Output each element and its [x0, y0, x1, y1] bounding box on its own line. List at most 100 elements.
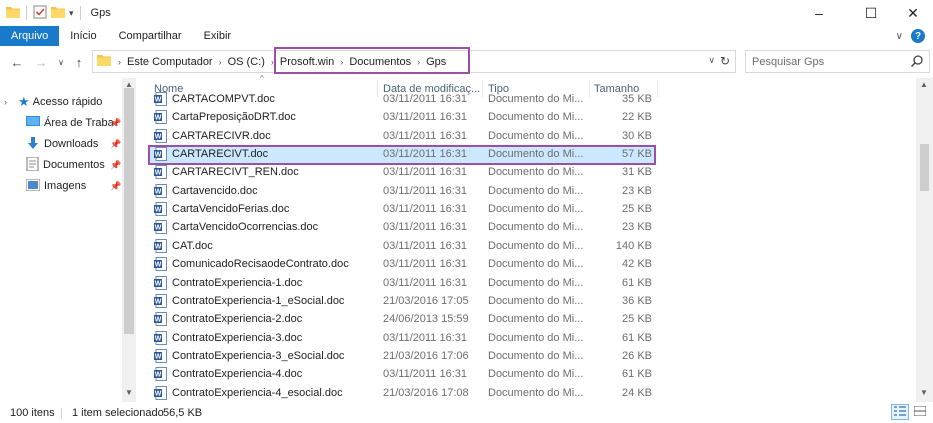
file-type: Documento do Mi... — [488, 111, 584, 124]
minimize-button[interactable]: – — [796, 0, 842, 26]
word-document-icon: W — [154, 128, 167, 146]
file-row[interactable]: W ComunicadoRecisaodeContrato.doc 03/11/20… — [148, 255, 656, 273]
tab-exibir[interactable]: Exibir — [193, 26, 243, 46]
svg-text:W: W — [155, 335, 162, 342]
chevron-right-icon[interactable]: › — [216, 57, 225, 67]
file-row[interactable]: W CAT.doc 03/11/2011 16:31 Documento do Mi.… — [148, 237, 656, 255]
file-type: Documento do Mi... — [488, 294, 584, 307]
file-date: 03/11/2011 16:31 — [383, 221, 468, 234]
file-row[interactable]: W CARTARECIVT_REN.doc 03/11/2011 16:31 Docu… — [148, 163, 656, 181]
nav-item-label: Acesso rápido — [32, 96, 103, 108]
svg-text:W: W — [155, 188, 162, 195]
nav-item-downloads[interactable]: Downloads — [26, 134, 98, 154]
scroll-up-icon[interactable]: ▲ — [920, 80, 928, 89]
file-date: 03/11/2011 16:31 — [383, 203, 468, 216]
window-title: Gps — [90, 7, 111, 19]
file-type: Documento do Mi... — [488, 368, 584, 381]
file-row[interactable]: W ContratoExperiencia-2.doc 24/06/2013 15:… — [148, 310, 656, 328]
pin-icon[interactable]: 📌 — [110, 160, 121, 171]
collapse-arrow-icon[interactable]: › — [4, 97, 18, 107]
file-size: 30 KB — [622, 129, 652, 142]
file-row[interactable]: W ContratoExperiencia-3_eSocial.doc 21/03/… — [148, 347, 656, 365]
selection-info: 1 item selecionado — [72, 406, 164, 419]
address-bar[interactable]: › Este Computador › OS (C:) › Prosoft.wi… — [92, 47, 736, 74]
breadcrumb-os-c[interactable]: OS (C:) — [225, 56, 268, 68]
up-arrow-icon: ↑ — [75, 54, 83, 70]
pin-icon[interactable]: 📌 — [110, 139, 121, 150]
scrollbar-thumb[interactable] — [920, 144, 929, 191]
nav-item-documentos[interactable]: Documentos — [26, 155, 105, 175]
ribbon-controls: ∨ ? — [896, 29, 925, 43]
file-name: ContratoExperiencia-4_esocial.doc — [172, 386, 343, 399]
close-button[interactable]: ✕ — [890, 0, 933, 26]
file-row[interactable]: W CartaVencidoFerias.doc 03/11/2011 16:31 D… — [148, 200, 656, 218]
file-type: Documento do Mi... — [488, 93, 584, 105]
file-date: 21/03/2016 17:05 — [383, 294, 469, 307]
file-size: 25 KB — [622, 203, 652, 216]
forward-arrow-icon: → — [34, 54, 48, 70]
file-row[interactable]: W Cartavencido.doc 03/11/2011 16:31 Documen… — [148, 182, 656, 200]
tab-compartilhar[interactable]: Compartilhar — [108, 26, 193, 46]
svg-text:W: W — [155, 97, 162, 104]
file-type: Documento do Mi... — [488, 184, 584, 197]
details-view-button[interactable] — [891, 404, 909, 420]
tab-inicio[interactable]: Início — [59, 26, 107, 46]
svg-text:W: W — [155, 243, 162, 250]
refresh-icon[interactable]: ↻ — [717, 53, 733, 69]
file-row[interactable]: W CARTACOMPVT.doc 03/11/2011 16:31 Document… — [148, 92, 656, 108]
search-box[interactable]: Pesquisar Gps — [745, 50, 930, 73]
title-bar: ▾ Gps – ☐ ✕ — [0, 0, 933, 26]
search-input[interactable]: Pesquisar Gps — [752, 56, 824, 68]
file-size: 23 KB — [622, 184, 652, 197]
scroll-down-icon[interactable]: ▼ — [920, 388, 928, 397]
folder-icon — [97, 54, 111, 69]
nav-item-imagens[interactable]: Imagens — [25, 176, 86, 196]
properties-checkmark-icon[interactable] — [33, 5, 47, 22]
forward-button[interactable]: → — [32, 52, 50, 72]
file-row[interactable]: W ContratoExperiencia-1.doc 03/11/2011 16:… — [148, 274, 656, 292]
file-name: ContratoExperiencia-1_eSocial.doc — [172, 294, 345, 307]
scrollbar-thumb[interactable] — [124, 88, 134, 334]
svg-text:W: W — [155, 207, 162, 214]
word-document-icon: W — [154, 257, 167, 274]
nav-item-acesso-rapido[interactable]: › ★ Acesso rápido — [4, 92, 102, 112]
pin-icon[interactable]: 📌 — [110, 181, 121, 192]
large-icons-view-button[interactable] — [911, 404, 929, 420]
file-row[interactable]: W ContratoExperiencia-4.doc 03/11/2011 16:… — [148, 365, 656, 383]
word-document-icon: W — [154, 385, 167, 403]
file-row[interactable]: W CartaVencidoOcorrencias.doc 03/11/2011 1… — [148, 218, 656, 236]
search-icon[interactable] — [910, 54, 924, 71]
up-button[interactable]: ↑ — [70, 52, 88, 72]
file-name: ContratoExperiencia-1.doc — [172, 276, 303, 289]
address-dropdown-icon[interactable]: ∨ — [708, 55, 715, 66]
file-row[interactable]: W CARTARECIVR.doc 03/11/2011 16:31 Document… — [148, 127, 656, 145]
file-list-scrollbar[interactable]: ▲ ▼ — [916, 78, 933, 402]
word-document-icon: W — [154, 312, 167, 329]
selection-size: 56,5 KB — [163, 406, 203, 419]
back-button[interactable]: ← — [8, 52, 26, 72]
new-folder-icon[interactable] — [51, 6, 65, 21]
file-type: Documento do Mi... — [488, 221, 584, 234]
pin-icon[interactable]: 📌 — [110, 118, 121, 129]
help-icon[interactable]: ? — [911, 29, 925, 43]
nav-item-area-de-trabalho[interactable]: Área de Traba — [26, 113, 114, 133]
large-icons-view-icon — [913, 405, 927, 419]
file-name: CAT.doc — [172, 239, 213, 252]
images-icon — [25, 178, 41, 194]
scroll-down-icon[interactable]: ▼ — [125, 388, 133, 397]
file-row[interactable]: W ContratoExperiencia-4_esocial.doc 21/03/… — [148, 384, 656, 402]
tab-arquivo[interactable]: Arquivo — [0, 26, 60, 46]
quick-access-toolbar: ▾ — [6, 5, 83, 22]
file-date: 03/11/2011 16:31 — [383, 93, 468, 105]
customize-toolbar-dropdown-icon[interactable]: ▾ — [69, 8, 74, 19]
file-row[interactable]: W ContratoExperiencia-1_eSocial.doc 21/03/… — [148, 292, 656, 310]
breadcrumb-este-computador[interactable]: Este Computador — [124, 56, 216, 68]
recent-locations-button[interactable]: ∨ — [52, 52, 70, 72]
maximize-button[interactable]: ☐ — [848, 0, 894, 26]
file-name: CartaVencidoOcorrencias.doc — [172, 221, 319, 234]
file-row[interactable]: W CartaPreposiçãoDRT.doc 03/11/2011 16:31 D… — [148, 108, 656, 126]
file-row[interactable]: W ContratoExperiencia-3.doc 03/11/2011 16:… — [148, 329, 656, 347]
expand-ribbon-icon[interactable]: ∨ — [896, 31, 903, 42]
toolbar-divider — [26, 6, 27, 20]
nav-pane-scrollbar[interactable]: ▲ ▼ — [122, 78, 136, 402]
